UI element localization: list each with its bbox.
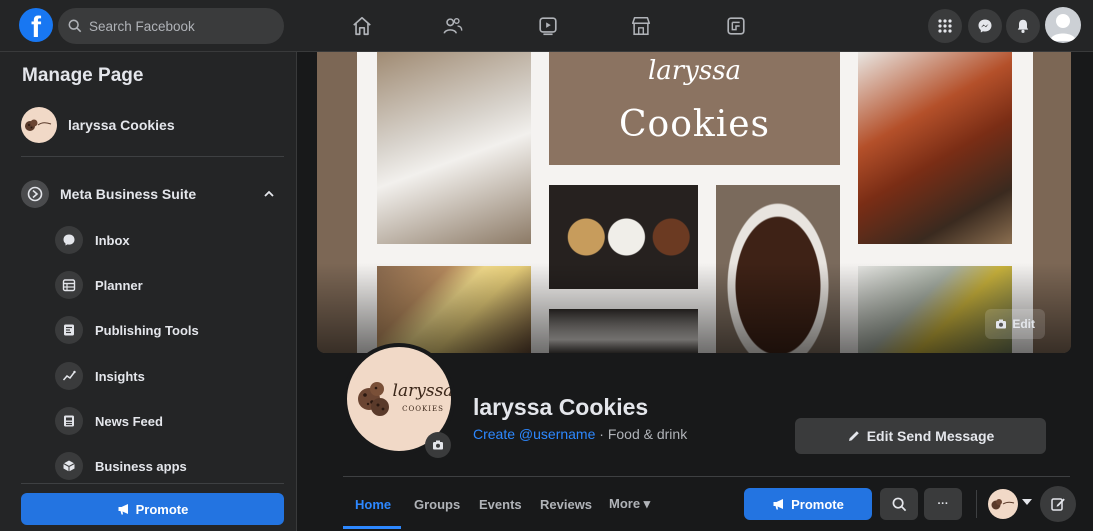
tabs-divider <box>343 476 1070 477</box>
tab-events[interactable]: Events <box>479 488 522 520</box>
active-tab-indicator <box>343 526 401 529</box>
cover-logo-word: Cookies <box>619 104 770 145</box>
facebook-logo[interactable]: f <box>19 8 53 42</box>
switch-profile-avatar[interactable] <box>988 489 1018 519</box>
profile-logo-word: COOKIES <box>402 405 444 413</box>
edit-send-message-button[interactable]: Edit Send Message <box>795 418 1046 454</box>
meta-business-suite-label: Meta Business Suite <box>60 186 197 202</box>
create-username-link[interactable]: Create @username <box>473 426 595 442</box>
actions-divider <box>976 490 977 518</box>
sidebar-item-label: Business apps <box>95 458 187 474</box>
sidebar-item-business-apps[interactable]: Business apps <box>55 451 284 481</box>
sidebar-item-insights[interactable]: Insights <box>55 361 284 391</box>
tab-more[interactable]: More ▾ <box>609 488 650 520</box>
home-icon[interactable] <box>342 8 382 44</box>
promote-label: Promote <box>791 496 844 512</box>
watch-icon[interactable] <box>528 8 568 44</box>
page-title: laryssa Cookies <box>473 394 649 420</box>
sidebar-item-news-feed[interactable]: News Feed <box>55 406 284 436</box>
sidebar-item-planner[interactable]: Planner <box>55 270 284 300</box>
megaphone-icon <box>118 504 128 515</box>
camera-icon <box>433 440 443 450</box>
inbox-icon <box>55 226 83 254</box>
camera-icon <box>996 319 1007 329</box>
sidebar-item-label: Inbox <box>95 232 130 248</box>
profile-logo-script: laryssa <box>392 381 454 401</box>
cover-shadow-overlay <box>317 263 1071 353</box>
promote-button[interactable]: Promote <box>744 488 872 520</box>
page-avatar <box>21 107 57 143</box>
sidebar-item-label: Insights <box>95 368 145 384</box>
planner-icon <box>55 271 83 299</box>
friends-icon[interactable] <box>433 8 473 44</box>
tab-reviews[interactable]: Reviews <box>540 488 592 520</box>
cover-logo-script: laryssa <box>647 56 742 86</box>
sidebar-item-inbox[interactable]: Inbox <box>55 225 284 255</box>
gaming-icon[interactable] <box>716 8 756 44</box>
switch-profile-caret-icon[interactable] <box>1022 499 1032 505</box>
search-icon <box>68 19 82 33</box>
profile-camera-button[interactable] <box>425 432 451 458</box>
menu-grid-icon[interactable] <box>928 9 962 43</box>
megaphone-icon <box>773 499 784 510</box>
account-avatar[interactable] <box>1045 7 1081 43</box>
compose-button[interactable] <box>1040 486 1076 522</box>
search-icon <box>892 497 906 511</box>
cover-tile-vanilla-extract <box>858 52 1012 244</box>
sidebar-divider <box>21 483 284 484</box>
manage-page-sidebar: Manage Page laryssa Cookies Meta Busines… <box>0 52 297 531</box>
search-input[interactable] <box>89 18 269 34</box>
more-options-button[interactable]: ··· <box>924 488 962 520</box>
cover-photo: laryssa Cookies Edit <box>317 52 1071 353</box>
sidebar-item-label: Planner <box>95 277 143 293</box>
news-feed-icon <box>55 407 83 435</box>
sidebar-title: Manage Page <box>22 65 144 86</box>
tab-groups[interactable]: Groups <box>414 488 460 520</box>
tab-home[interactable]: Home <box>355 488 391 520</box>
page-main: laryssa Cookies Edit laryssa COOKIES lar… <box>298 52 1093 531</box>
sidebar-page-name: laryssa Cookies <box>68 117 175 133</box>
page-category: · Food & drink <box>595 426 688 442</box>
notifications-icon[interactable] <box>1006 9 1040 43</box>
search-box[interactable] <box>58 8 284 44</box>
messenger-icon[interactable] <box>968 9 1002 43</box>
insights-icon <box>55 362 83 390</box>
sidebar-page-entry[interactable]: laryssa Cookies <box>21 107 175 143</box>
meta-business-suite-toggle[interactable]: Meta Business Suite <box>21 179 284 209</box>
chevron-up-icon[interactable] <box>262 187 276 201</box>
business-apps-icon <box>55 452 83 480</box>
edit-send-message-label: Edit Send Message <box>866 428 995 444</box>
sidebar-divider <box>21 156 284 157</box>
cover-edit-label: Edit <box>1012 317 1035 331</box>
sidebar-item-publishing-tools[interactable]: Publishing Tools <box>55 315 284 345</box>
sidebar-promote-label: Promote <box>135 501 189 517</box>
sidebar-item-label: Publishing Tools <box>95 322 199 338</box>
sidebar-promote-button[interactable]: Promote <box>21 493 284 525</box>
cover-edit-button[interactable]: Edit <box>985 309 1045 339</box>
top-navigation-bar: f <box>0 0 1093 52</box>
page-search-button[interactable] <box>880 488 918 520</box>
marketplace-icon[interactable] <box>621 8 661 44</box>
compose-icon <box>1051 498 1065 511</box>
pencil-icon <box>848 431 859 441</box>
cover-tile-logo: laryssa Cookies <box>549 52 840 165</box>
page-subtitle: Create @username · Food & drink <box>473 426 687 442</box>
sidebar-item-label: News Feed <box>95 413 163 429</box>
cover-tile-flour <box>377 52 531 244</box>
publishing-tools-icon <box>55 316 83 344</box>
meta-business-suite-icon <box>21 180 49 208</box>
